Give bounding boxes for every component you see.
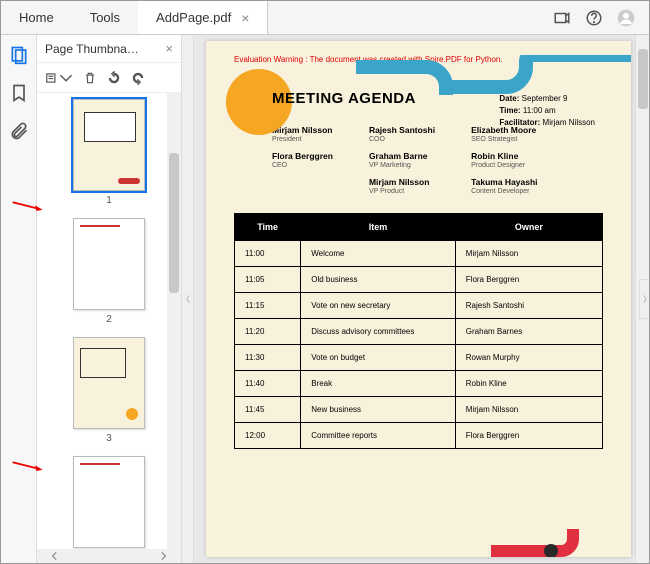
person-role: SEO Strategist: [471, 136, 537, 143]
document-title: MEETING AGENDA: [272, 90, 603, 107]
thumbnails-title: Page Thumbna…: [45, 42, 139, 56]
close-tab-icon[interactable]: ×: [241, 10, 249, 26]
person-role: VP Product: [369, 188, 435, 195]
table-row: 11:40BreakRobin Kline: [235, 371, 603, 397]
thumbnail-scrollbar[interactable]: [167, 93, 181, 549]
col-owner: Owner: [455, 214, 602, 241]
table-row: 11:30Vote on budgetRowan Murphy: [235, 345, 603, 371]
bookmark-icon[interactable]: [9, 83, 29, 103]
rotate-cw-icon[interactable]: [131, 71, 145, 85]
thumbnail-toolbar: [37, 63, 181, 93]
person-name: Robin Kline: [471, 151, 537, 161]
tab-file-label: AddPage.pdf: [156, 10, 231, 25]
person-role: President: [272, 136, 333, 143]
page-number: 2: [106, 314, 112, 325]
annotation-arrow: [2, 200, 52, 210]
person-name: Flora Berggren: [272, 151, 333, 161]
thumbnail-list: 1 2 3 4: [37, 93, 181, 549]
top-tab-bar: Home Tools AddPage.pdf ×: [1, 1, 649, 35]
annotation-arrow: [2, 460, 52, 470]
table-row: 11:15Vote on new secretaryRajesh Santosh…: [235, 293, 603, 319]
person-name: Mirjam Nilsson: [272, 125, 333, 135]
person-name: Rajesh Santoshi: [369, 125, 435, 135]
help-icon[interactable]: [585, 9, 603, 27]
thumbnails-icon[interactable]: [9, 45, 29, 65]
tab-home[interactable]: Home: [1, 1, 72, 34]
close-panel-icon[interactable]: ×: [165, 41, 173, 56]
share-icon[interactable]: [553, 9, 571, 27]
table-row: 11:20Discuss advisory committeesGraham B…: [235, 319, 603, 345]
rotate-ccw-icon[interactable]: [107, 71, 121, 85]
thumbnail-page-3[interactable]: [73, 337, 145, 429]
page-number: 1: [106, 195, 112, 206]
document-page: Evaluation Warning : The document was cr…: [206, 41, 631, 557]
account-icon[interactable]: [617, 9, 635, 27]
col-item: Item: [301, 214, 456, 241]
document-viewport[interactable]: Evaluation Warning : The document was cr…: [194, 35, 649, 563]
table-row: 12:00Committee reportsFlora Berggren: [235, 423, 603, 449]
person-name: Mirjam Nilsson: [369, 177, 435, 187]
thumbnail-hscrollbar[interactable]: [37, 549, 181, 563]
page-number: 3: [106, 433, 112, 444]
table-row: 11:05Old businessFlora Berggren: [235, 267, 603, 293]
person-role: Content Developer: [471, 188, 537, 195]
attendee-list: Mirjam NilssonPresidentFlora BerggrenCEO…: [272, 125, 603, 195]
thumbnail-page-2[interactable]: [73, 218, 145, 310]
person-name: Takuma Hayashi: [471, 177, 537, 187]
delete-page-icon[interactable]: [83, 71, 97, 85]
person-role: CEO: [272, 162, 333, 169]
decor-shape-bottom: [491, 529, 611, 557]
tab-tools[interactable]: Tools: [72, 1, 138, 34]
tab-file[interactable]: AddPage.pdf ×: [138, 1, 268, 34]
thumbnail-page-1[interactable]: [73, 99, 145, 191]
col-time: Time: [235, 214, 301, 241]
left-rail: [1, 35, 37, 563]
person-role: Product Designer: [471, 162, 537, 169]
thumbnail-page-4[interactable]: [73, 456, 145, 548]
thumbnails-panel: Page Thumbna… × 1 2 3 4: [37, 35, 182, 563]
table-row: 11:00WelcomeMirjam Nilsson: [235, 241, 603, 267]
options-dropdown[interactable]: [45, 71, 73, 85]
person-name: Graham Barne: [369, 151, 435, 161]
decor-shape: [356, 55, 631, 95]
attachment-icon[interactable]: [9, 121, 29, 141]
panel-resize-handle[interactable]: [182, 35, 194, 563]
right-panel-handle[interactable]: [639, 279, 649, 319]
table-row: 11:45New businessMirjam Nilsson: [235, 397, 603, 423]
person-role: COO: [369, 136, 435, 143]
person-role: VP Marketing: [369, 162, 435, 169]
agenda-table: Time Item Owner 11:00WelcomeMirjam Nilss…: [234, 213, 603, 449]
